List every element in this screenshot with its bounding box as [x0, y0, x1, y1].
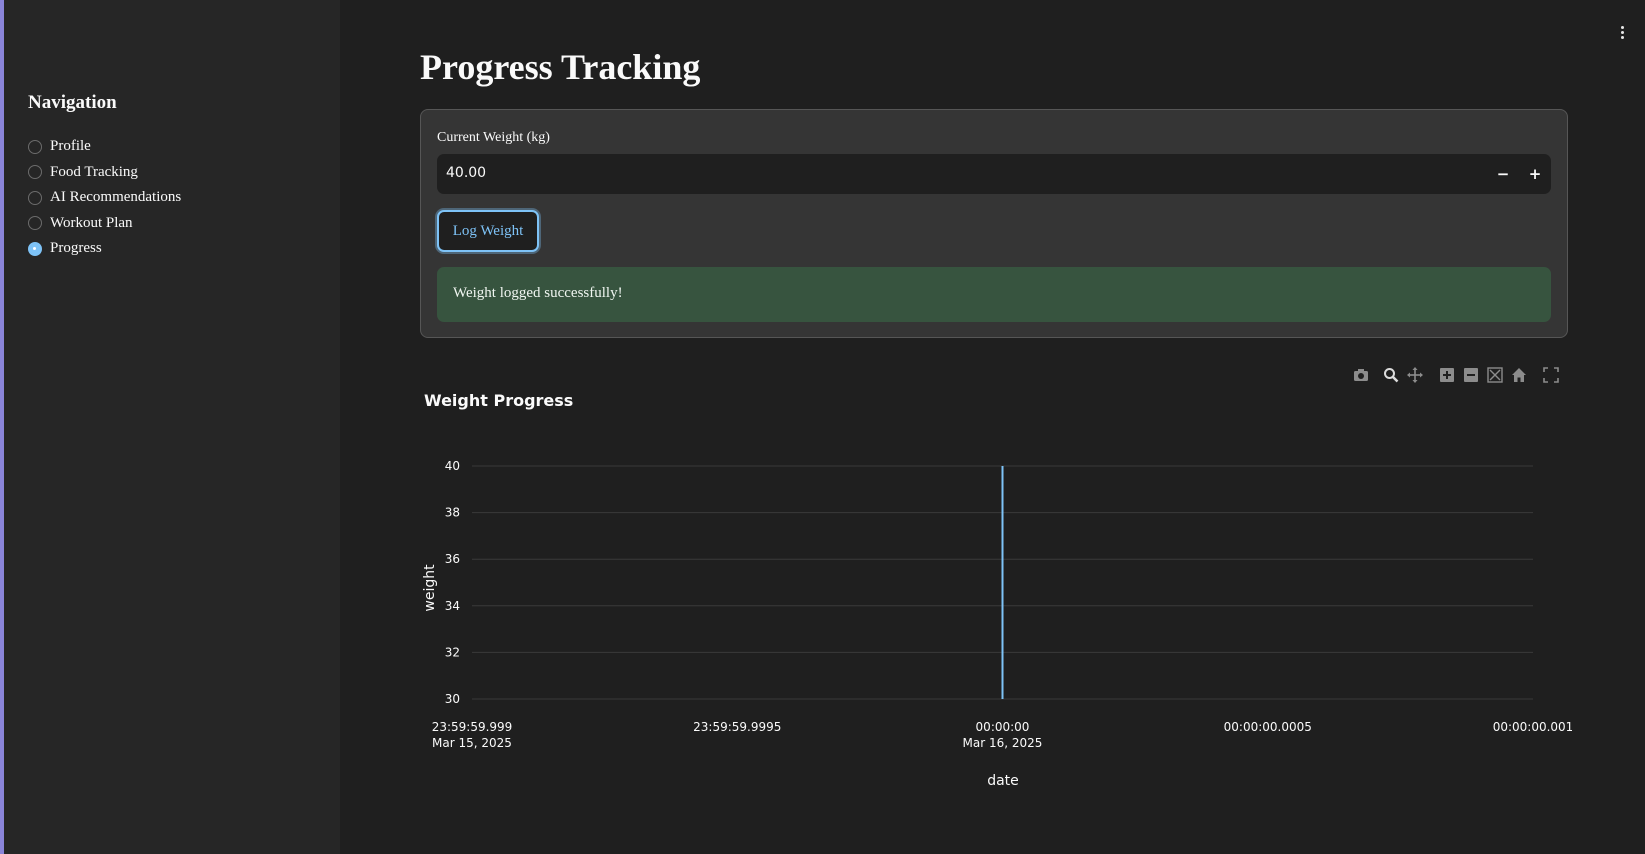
y-tick-label: 36	[445, 552, 460, 566]
nav-item-workout-plan[interactable]: Workout Plan	[28, 211, 181, 237]
nav-item-ai-recommendations[interactable]: AI Recommendations	[28, 185, 181, 211]
y-tick-label: 34	[445, 599, 460, 613]
nav-item-label: Workout Plan	[50, 214, 133, 231]
y-tick-label: 40	[445, 459, 460, 473]
x-tick-label: 00:00:00.001	[1493, 720, 1572, 734]
nav-item-label: Profile	[50, 138, 91, 155]
nav-item-label: Progress	[50, 240, 102, 257]
x-axis-ticks: 23:59:59.999 Mar 15, 2025 23:59:59.9995 00:…	[432, 720, 1572, 750]
success-message: Weight logged successfully!	[453, 285, 623, 301]
chart-title: Weight Progress	[424, 391, 573, 410]
weight-value[interactable]: 40.00	[446, 165, 486, 181]
weight-form: Current Weight (kg) 40.00 − + Log Weight…	[420, 109, 1568, 338]
page-title: Progress Tracking	[420, 47, 701, 87]
weight-progress-chart: Weight Progress 30 32 34 36 38 40 23:59:59.99…	[422, 391, 1572, 789]
y-tick-label: 32	[445, 645, 460, 659]
navigation-radio-group: Profile Food Tracking AI Recommendations…	[28, 134, 181, 262]
y-axis-label: weight	[422, 564, 438, 612]
nav-item-label: AI Recommendations	[50, 189, 182, 206]
y-tick-label: 38	[445, 506, 460, 520]
nav-item-food-tracking[interactable]: Food Tracking	[28, 160, 181, 186]
radio-circle-icon[interactable]	[28, 190, 42, 205]
radio-selected-icon[interactable]	[28, 241, 42, 256]
radio-circle-icon[interactable]	[28, 165, 42, 180]
more-options-icon[interactable]	[1619, 26, 1625, 41]
radio-circle-icon[interactable]	[28, 139, 42, 154]
x-tick-date-label: Mar 16, 2025	[963, 736, 1043, 750]
nav-item-profile[interactable]: Profile	[28, 134, 181, 160]
nav-item-label: Food Tracking	[50, 163, 138, 180]
log-weight-button[interactable]: Log Weight	[437, 210, 539, 252]
x-tick-label: 23:59:59.9995	[693, 720, 781, 734]
success-alert: Weight logged successfully!	[437, 267, 1551, 322]
y-axis-ticks: 30 32 34 36 38 40	[445, 459, 460, 706]
decrement-button[interactable]: −	[1487, 154, 1519, 194]
x-tick-label: 00:00:00.0005	[1224, 720, 1312, 734]
x-tick-date-label: Mar 15, 2025	[432, 736, 512, 750]
x-axis-label: date	[987, 773, 1019, 789]
y-tick-label: 30	[445, 692, 460, 706]
weight-label: Current Weight (kg)	[437, 130, 550, 145]
nav-item-progress[interactable]: Progress	[28, 236, 181, 262]
x-tick-label: 23:59:59.999	[432, 720, 513, 734]
x-tick-label: 00:00:00	[976, 720, 1030, 734]
increment-button[interactable]: +	[1519, 154, 1551, 194]
sidebar: Navigation Profile Food Tracking AI Reco…	[4, 0, 340, 854]
sidebar-title: Navigation	[28, 92, 117, 113]
weight-number-input[interactable]: 40.00 − +	[437, 154, 1551, 194]
radio-circle-icon[interactable]	[28, 216, 42, 231]
